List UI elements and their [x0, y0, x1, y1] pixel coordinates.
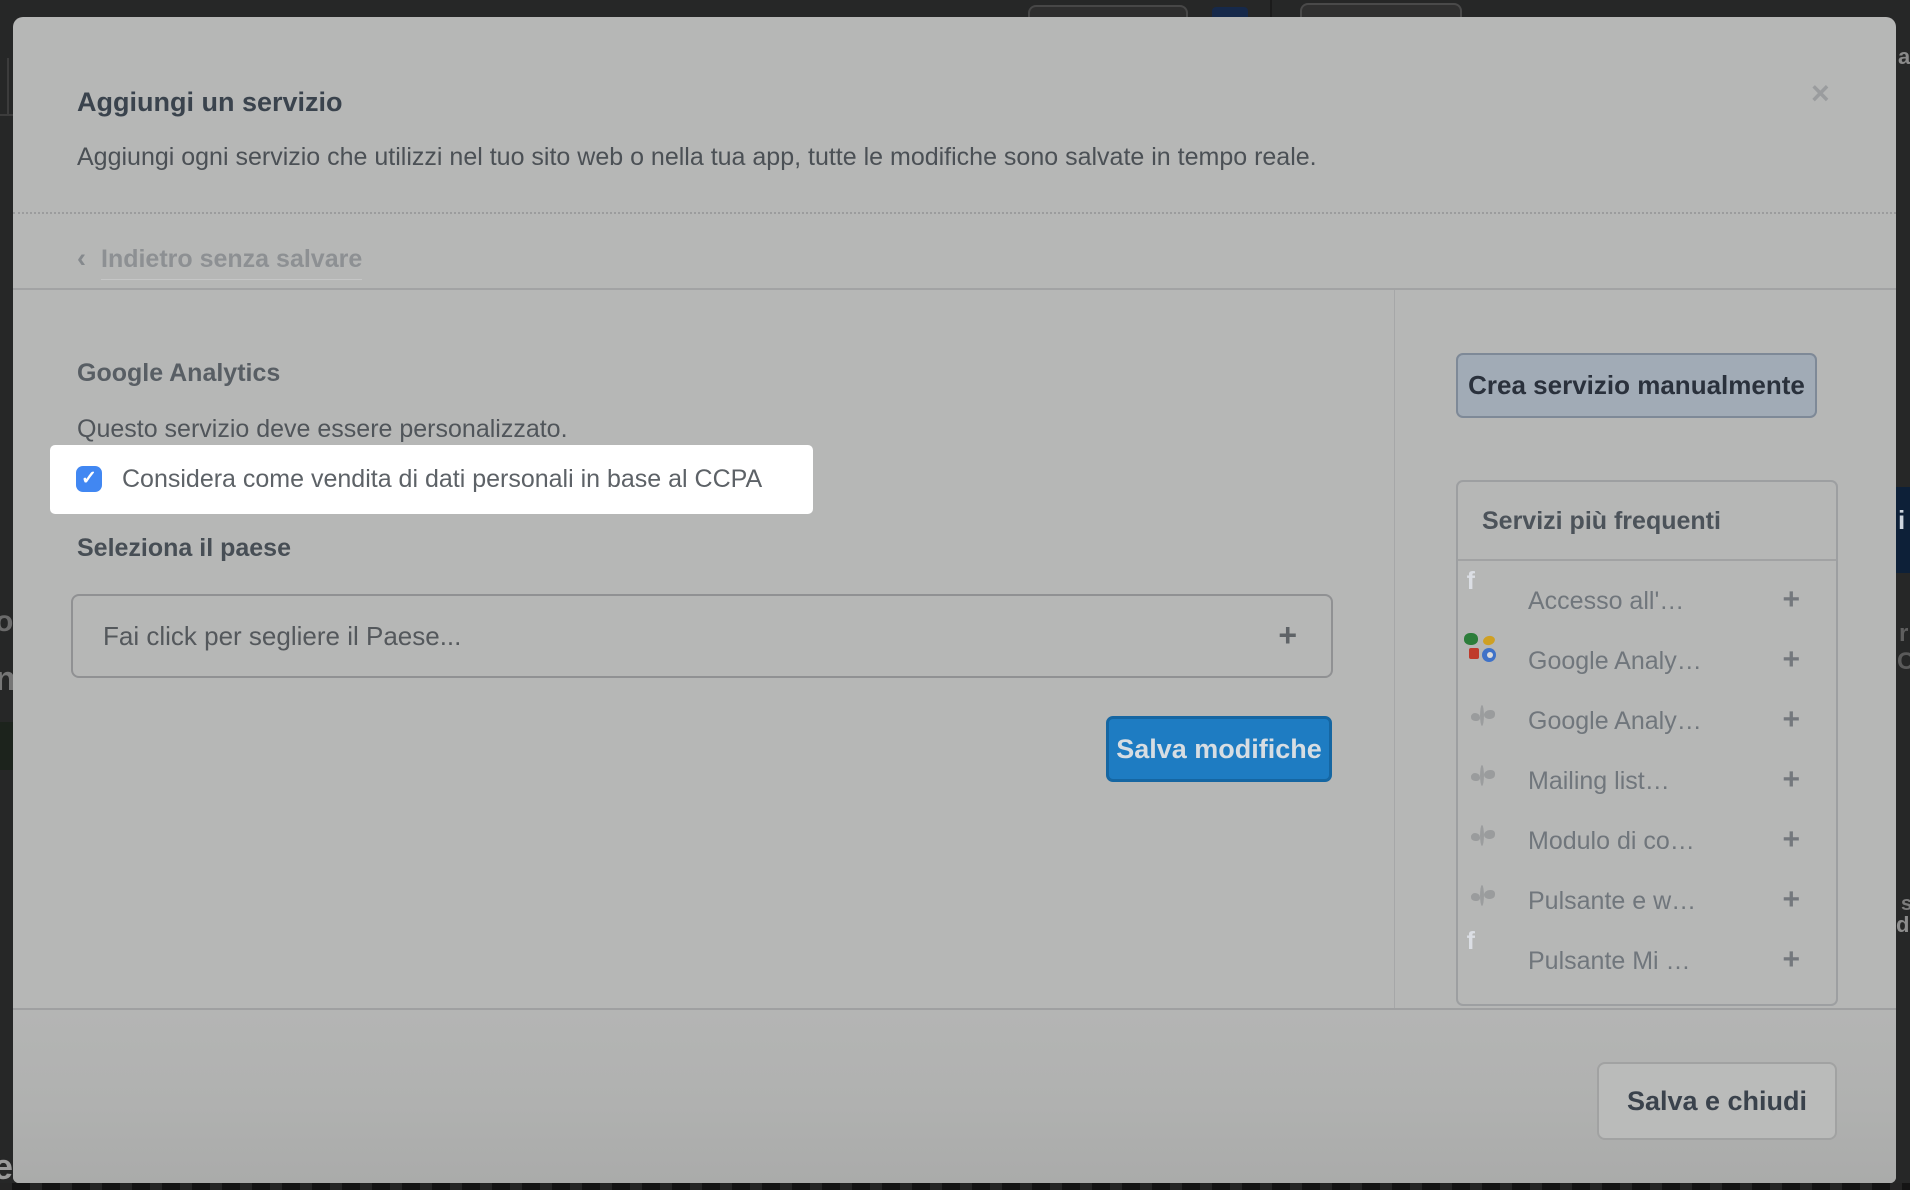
service-list: Accesso all'… + Google Analy… + Google A… [1458, 563, 1836, 991]
service-description: Questo servizio deve essere personalizza… [77, 415, 568, 444]
save-and-close-button[interactable]: Salva e chiudi [1597, 1062, 1837, 1140]
service-list-item[interactable]: Google Analy… + [1458, 691, 1836, 751]
ccpa-spotlight: ✓ Considera come vendita di dati persona… [50, 445, 813, 514]
add-service-plus-icon[interactable]: + [1782, 871, 1800, 929]
backdrop-blue-button-fragment [1212, 7, 1248, 17]
modal-subtitle: Aggiungi ogni servizio che utilizzi nel … [77, 143, 1317, 172]
globe-icon [1480, 765, 1484, 786]
globe-icon [1480, 885, 1484, 906]
service-list-item[interactable]: Mailing list… + [1458, 751, 1836, 811]
content-vertical-divider [1394, 290, 1395, 1008]
service-list-item[interactable]: Google Analy… + [1458, 631, 1836, 691]
service-label: Mailing list… [1528, 751, 1670, 811]
backdrop-line-fragment [7, 58, 9, 116]
backdrop-image-fragment [0, 722, 13, 770]
service-name-heading: Google Analytics [77, 359, 280, 388]
ccpa-checkbox-label: Considera come vendita di dati personali… [122, 445, 762, 514]
backdrop-divider-fragment [1270, 0, 1272, 17]
service-list-item[interactable]: Pulsante Mi … + [1458, 931, 1836, 991]
country-select-label: Seleziona il paese [77, 534, 291, 563]
country-select-placeholder: Fai click per segliere il Paese... [103, 596, 461, 676]
service-label: Pulsante Mi … [1528, 931, 1691, 991]
add-service-modal: Aggiungi un servizio Aggiungi ogni servi… [13, 17, 1896, 1183]
header-separator [13, 288, 1896, 290]
panel-title: Servizi più frequenti [1482, 482, 1721, 561]
chevron-left-icon: ‹ [77, 243, 86, 274]
service-list-item[interactable]: Accesso all'… + [1458, 571, 1836, 631]
country-select[interactable]: Fai click per segliere il Paese... + [71, 594, 1333, 678]
backdrop-text-fragment: e [0, 1146, 13, 1188]
create-service-manually-button[interactable]: Crea servizio manualmente [1456, 353, 1817, 418]
frequent-services-panel: Servizi più frequenti Accesso all'… + Go… [1456, 480, 1838, 1006]
add-service-plus-icon[interactable]: + [1782, 751, 1800, 809]
checkmark-icon: ✓ [81, 468, 97, 489]
screen: a i r C s da o n e Aggiungi un servizio … [0, 0, 1910, 1190]
backdrop-text-fragment: r [1899, 620, 1908, 648]
header-dotted-separator [13, 212, 1896, 214]
backdrop-text-fragment: da [1896, 912, 1910, 938]
globe-icon [1480, 705, 1484, 726]
add-service-plus-icon[interactable]: + [1782, 811, 1800, 869]
back-without-saving-link[interactable]: Indietro senza salvare [101, 245, 362, 280]
backdrop-text-fragment: C [1897, 648, 1910, 676]
add-service-plus-icon[interactable]: + [1782, 691, 1800, 749]
modal-footer: Salva e chiudi [13, 1008, 1896, 1183]
service-list-item[interactable]: Pulsante e w… + [1458, 871, 1836, 931]
add-service-plus-icon[interactable]: + [1782, 631, 1800, 689]
save-changes-button[interactable]: Salva modifiche [1106, 716, 1332, 782]
ccpa-checkbox[interactable]: ✓ [76, 466, 102, 492]
globe-icon [1480, 825, 1484, 846]
panel-header: Servizi più frequenti [1458, 482, 1836, 561]
backdrop-text-fragment: o [0, 605, 13, 639]
backdrop-button-outline [1300, 3, 1462, 17]
add-service-plus-icon[interactable]: + [1782, 931, 1800, 989]
add-service-plus-icon[interactable]: + [1782, 571, 1800, 629]
modal-title: Aggiungi un servizio [77, 87, 343, 118]
plus-icon: + [1278, 596, 1297, 674]
service-label: Google Analy… [1528, 631, 1702, 691]
backdrop-line-fragment [0, 114, 13, 116]
service-label: Modulo di co… [1528, 811, 1695, 871]
service-label: Accesso all'… [1528, 571, 1684, 631]
close-icon[interactable]: × [1811, 75, 1830, 112]
backdrop-text-fragment: a [1898, 44, 1910, 70]
service-label: Google Analy… [1528, 691, 1702, 751]
backdrop-text-fragment: i [1898, 505, 1905, 536]
service-label: Pulsante e w… [1528, 871, 1696, 931]
backdrop-bottom-strip [0, 1183, 1910, 1190]
service-list-item[interactable]: Modulo di co… + [1458, 811, 1836, 871]
